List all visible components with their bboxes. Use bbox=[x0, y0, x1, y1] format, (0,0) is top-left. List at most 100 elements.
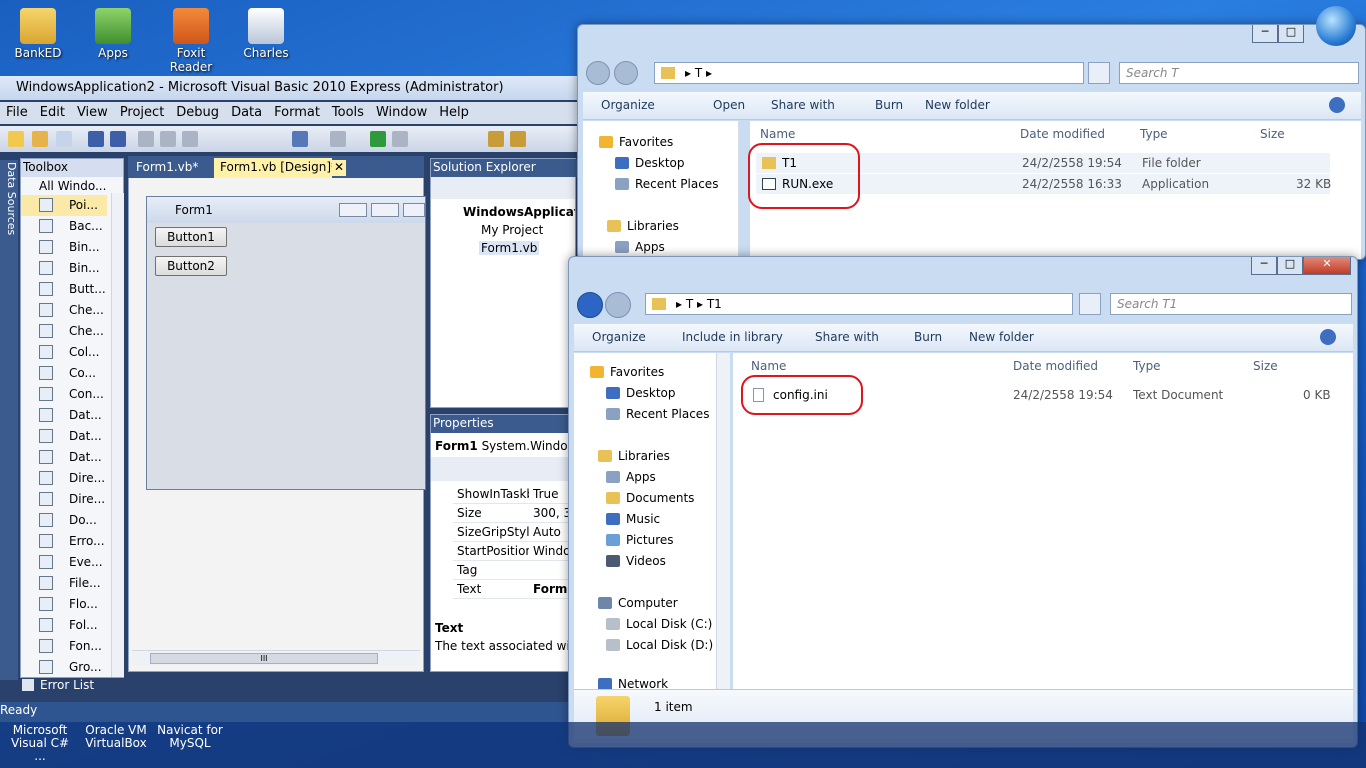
designer-hscroll[interactable]: III bbox=[132, 650, 420, 666]
redo-icon[interactable] bbox=[330, 131, 346, 147]
stop-icon[interactable] bbox=[392, 131, 408, 147]
menu-debug[interactable]: Debug bbox=[170, 105, 225, 120]
burn-button[interactable]: Burn bbox=[914, 330, 942, 344]
toolbox-item[interactable]: Gro... bbox=[21, 657, 107, 678]
close-button[interactable]: ✕ bbox=[1303, 257, 1351, 275]
back-button[interactable] bbox=[577, 292, 603, 318]
toolbox-item[interactable]: Erro... bbox=[21, 531, 107, 552]
undo-icon[interactable] bbox=[292, 131, 308, 147]
toolbox-item[interactable]: Do... bbox=[21, 510, 107, 531]
tab-form1-design[interactable]: Form1.vb [Design]* bbox=[214, 158, 332, 178]
solution-item-my-project[interactable]: My Project bbox=[481, 223, 543, 237]
toolbox-item[interactable]: Fol... bbox=[21, 615, 107, 636]
nav-recent-places[interactable]: Recent Places bbox=[615, 177, 718, 191]
toolbox-item[interactable]: Dat... bbox=[21, 426, 107, 447]
column-name[interactable]: Name bbox=[760, 127, 795, 141]
tab-form1-code[interactable]: Form1.vb* bbox=[130, 158, 212, 178]
windows-orb-icon[interactable] bbox=[1316, 6, 1356, 46]
toolbox-item[interactable]: Bin... bbox=[21, 258, 107, 279]
menu-file[interactable]: File bbox=[0, 105, 34, 120]
toolbox-item[interactable]: Dire... bbox=[21, 489, 107, 510]
toolbox-item[interactable]: Fon... bbox=[21, 636, 107, 657]
desktop-icon-foxit[interactable]: Foxit Reader bbox=[155, 4, 227, 74]
toolbox-item[interactable]: Bin... bbox=[21, 237, 107, 258]
copy-icon[interactable] bbox=[160, 131, 176, 147]
nav-libraries[interactable]: Libraries bbox=[607, 219, 679, 233]
property-row[interactable]: Size 300, 30 bbox=[453, 504, 577, 523]
nav-local-disk-d[interactable]: Local Disk (D:) bbox=[606, 638, 713, 652]
column-size[interactable]: Size bbox=[1260, 127, 1285, 141]
address-bar[interactable]: ▸ T ▸ T1 bbox=[645, 293, 1073, 315]
nav-desktop[interactable]: Desktop bbox=[606, 386, 676, 400]
breadcrumb-t1[interactable]: T1 bbox=[707, 297, 722, 311]
nav-documents[interactable]: Documents bbox=[606, 491, 694, 505]
nav-local-disk-c[interactable]: Local Disk (C:) bbox=[606, 617, 712, 631]
new-folder-button[interactable]: New folder bbox=[969, 330, 1034, 344]
column-date-modified[interactable]: Date modified bbox=[1020, 127, 1105, 141]
share-with-button[interactable]: Share with bbox=[815, 330, 879, 344]
property-row[interactable]: Tag bbox=[453, 561, 577, 580]
desktop-icon-apps[interactable]: Apps bbox=[78, 4, 148, 60]
menu-edit[interactable]: Edit bbox=[34, 105, 71, 120]
form-designer[interactable]: Form1 Button1 Button2 bbox=[146, 196, 426, 490]
nav-apps[interactable]: Apps bbox=[615, 240, 665, 254]
open-icon[interactable] bbox=[32, 131, 48, 147]
toolbox-item[interactable]: Flo... bbox=[21, 594, 107, 615]
toolbox-item[interactable]: Che... bbox=[21, 321, 107, 342]
include-in-library-button[interactable]: Include in library bbox=[682, 330, 783, 344]
column-size[interactable]: Size bbox=[1253, 359, 1278, 373]
toolbox-scrollbar[interactable] bbox=[111, 193, 124, 677]
maximize-button[interactable]: □ bbox=[1278, 25, 1304, 43]
search-input[interactable]: Search T bbox=[1119, 62, 1359, 84]
solution-item-form1[interactable]: Form1.vb bbox=[479, 241, 540, 255]
form-button2[interactable]: Button2 bbox=[155, 256, 227, 276]
desktop-icon-banked[interactable]: BankED bbox=[3, 4, 73, 60]
navigation-scrollbar[interactable] bbox=[716, 353, 730, 689]
menu-help[interactable]: Help bbox=[433, 105, 475, 120]
minimize-button[interactable]: ─ bbox=[1252, 25, 1278, 43]
new-project-icon[interactable] bbox=[8, 131, 24, 147]
toolbox-item[interactable]: Bac... bbox=[21, 216, 107, 237]
nav-recent-places[interactable]: Recent Places bbox=[606, 407, 709, 421]
menu-data[interactable]: Data bbox=[225, 105, 268, 120]
new-folder-button[interactable]: New folder bbox=[925, 98, 990, 112]
taskbar-item-virtualbox[interactable]: Oracle VM VirtualBox bbox=[80, 724, 152, 750]
toolbox-item[interactable]: Dat... bbox=[21, 405, 107, 426]
menu-view[interactable]: View bbox=[71, 105, 114, 120]
column-date-modified[interactable]: Date modified bbox=[1013, 359, 1098, 373]
toolbox-item[interactable]: Eve... bbox=[21, 552, 107, 573]
toolbox-item[interactable]: Dat... bbox=[21, 447, 107, 468]
nav-favorites[interactable]: Favorites bbox=[599, 135, 673, 149]
nav-apps[interactable]: Apps bbox=[606, 470, 656, 484]
back-button[interactable] bbox=[586, 61, 610, 85]
minimize-button[interactable]: ─ bbox=[1251, 257, 1277, 275]
cut-icon[interactable] bbox=[138, 131, 154, 147]
taskbar-item-navicat[interactable]: Navicat for MySQL bbox=[154, 724, 226, 750]
toolbox-item[interactable]: Poi... bbox=[21, 195, 107, 216]
help-icon[interactable] bbox=[1329, 97, 1345, 113]
share-with-button[interactable]: Share with bbox=[771, 98, 835, 112]
data-sources-tab[interactable]: Data Sources bbox=[0, 160, 18, 680]
property-row[interactable]: SizeGripStyle Auto bbox=[453, 523, 577, 542]
nav-videos[interactable]: Videos bbox=[606, 554, 666, 568]
open-button[interactable]: Open bbox=[713, 98, 745, 112]
maximize-button[interactable]: □ bbox=[1277, 257, 1303, 275]
error-list-tab[interactable]: Error List bbox=[22, 678, 122, 696]
menu-project[interactable]: Project bbox=[114, 105, 170, 120]
column-name[interactable]: Name bbox=[751, 359, 786, 373]
toolbox-item[interactable]: Col... bbox=[21, 342, 107, 363]
desktop-icon-charles[interactable]: Charles bbox=[231, 4, 301, 60]
property-row[interactable]: ShowInTaskb True bbox=[453, 485, 577, 504]
column-type[interactable]: Type bbox=[1133, 359, 1161, 373]
properties-icon[interactable] bbox=[510, 131, 526, 147]
toolbox-item[interactable]: Dire... bbox=[21, 468, 107, 489]
property-row[interactable]: Text Form1 bbox=[453, 580, 577, 599]
solution-root[interactable]: WindowsApplication bbox=[463, 205, 575, 219]
properties-object[interactable]: Form1 System.Windows bbox=[435, 439, 575, 453]
organize-button[interactable]: Organize bbox=[601, 98, 655, 112]
column-type[interactable]: Type bbox=[1140, 127, 1168, 141]
save-icon[interactable] bbox=[88, 131, 104, 147]
toolbox-group[interactable]: All Windo... bbox=[39, 179, 106, 193]
toolbox-item[interactable]: Che... bbox=[21, 300, 107, 321]
close-tab-icon[interactable]: ✕ bbox=[332, 160, 346, 176]
